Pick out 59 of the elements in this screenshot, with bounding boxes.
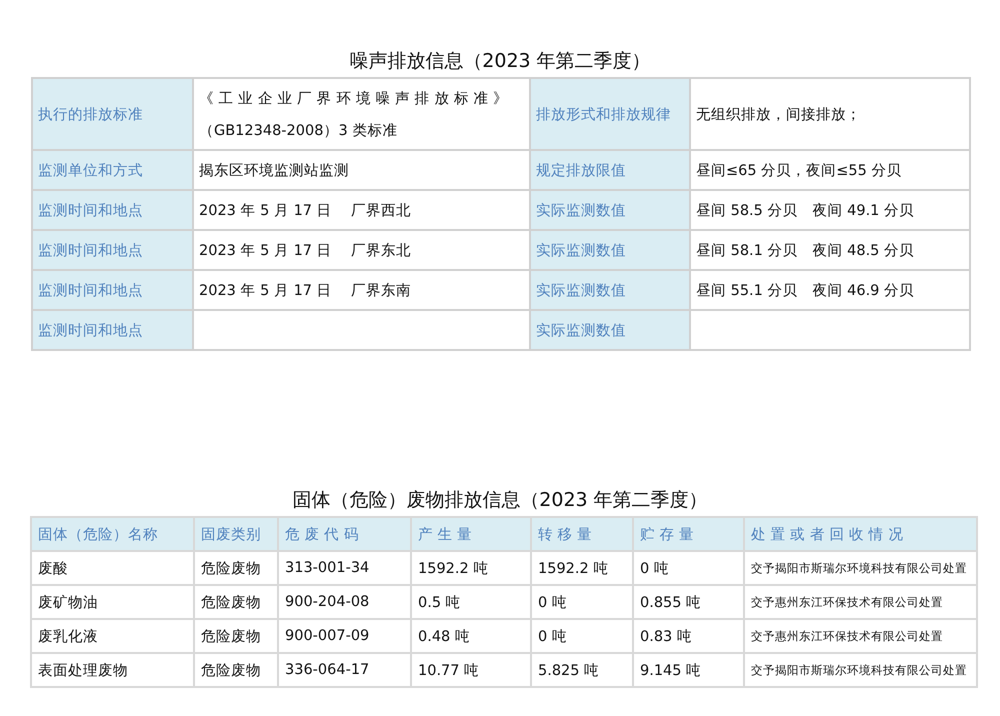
table-cell: 313-001-34 — [279, 552, 412, 586]
label-cell: 实际监测数值 — [531, 311, 691, 351]
table-cell: 无组织排放，间接排放； — [691, 79, 971, 151]
table-cell: 废矿物油 — [32, 586, 195, 620]
table-cell: 5.825 吨 — [532, 654, 634, 688]
label-cell: 执行的排放标准 — [33, 79, 194, 151]
table-cell: 危险废物 — [195, 586, 279, 620]
section-title: 固体（危险）废物排放信息（2023 年第二季度） — [291, 488, 709, 512]
table-cell: 危险废物 — [195, 620, 279, 654]
column-header: 贮 存 量 — [634, 518, 745, 552]
table-cell: 2023 年 5 月 17 日 厂界东北 — [194, 231, 531, 271]
label-cell: 实际监测数值 — [531, 191, 691, 231]
table-cell: 900-007-09 — [279, 620, 412, 654]
table-cell: 揭东区环境监测站监测 — [194, 151, 531, 191]
table-cell: 2023 年 5 月 17 日 厂界东南 — [194, 271, 531, 311]
label-cell: 排放形式和排放规律 — [531, 79, 691, 151]
table-cell: 《 工 业 企 业 厂 界 环 境 噪 声 排 放 标 准 》（GB12348-2008）3 类标准 — [194, 79, 531, 151]
table-cell: 昼间 58.1 分贝 夜间 48.5 分贝 — [691, 231, 971, 271]
label-cell: 监测单位和方式 — [33, 151, 194, 191]
table-cell: 交予揭阳市斯瑞尔环境科技有限公司处置 — [745, 552, 978, 586]
table-cell: 昼间 55.1 分贝 夜间 46.9 分贝 — [691, 271, 971, 311]
label-cell: 监测时间和地点 — [33, 271, 194, 311]
column-header: 处 置 或 者 回 收 情 况 — [745, 518, 978, 552]
label-cell: 实际监测数值 — [531, 231, 691, 271]
column-header: 危 废 代 码 — [279, 518, 412, 552]
table-cell: 昼间 58.5 分贝 夜间 49.1 分贝 — [691, 191, 971, 231]
column-header: 产 生 量 — [412, 518, 532, 552]
label-cell: 监测时间和地点 — [33, 191, 194, 231]
section-title: 噪声排放信息（2023 年第二季度） — [348, 49, 652, 73]
column-header: 固体（危险）名称 — [32, 518, 195, 552]
label-cell: 实际监测数值 — [531, 271, 691, 311]
table-cell: 0.83 吨 — [634, 620, 745, 654]
table-cell: 2023 年 5 月 17 日 厂界西北 — [194, 191, 531, 231]
table-cell: 0.855 吨 — [634, 586, 745, 620]
table-cell: 1592.2 吨 — [532, 552, 634, 586]
table-cell: 336-064-17 — [279, 654, 412, 688]
table-cell: 危险废物 — [195, 552, 279, 586]
table-cell: 交予惠州东江环保技术有限公司处置 — [745, 620, 978, 654]
table-cell: 废酸 — [32, 552, 195, 586]
table-cell: 0 吨 — [532, 620, 634, 654]
table-cell: 交予揭阳市斯瑞尔环境科技有限公司处置 — [745, 654, 978, 688]
table-cell: 废乳化液 — [32, 620, 195, 654]
label-cell: 监测时间和地点 — [33, 311, 194, 351]
label-cell: 监测时间和地点 — [33, 231, 194, 271]
column-header: 固废类别 — [195, 518, 279, 552]
table-cell: 900-204-08 — [279, 586, 412, 620]
table-cell: 1592.2 吨 — [412, 552, 532, 586]
table-cell: 10.77 吨 — [412, 654, 532, 688]
table-cell: 表面处理废物 — [32, 654, 195, 688]
table-cell: 危险废物 — [195, 654, 279, 688]
table-cell: 9.145 吨 — [634, 654, 745, 688]
table-cell: 交予惠州东江环保技术有限公司处置 — [745, 586, 978, 620]
table-cell: 0 吨 — [634, 552, 745, 586]
column-header: 转 移 量 — [532, 518, 634, 552]
label-cell: 规定排放限值 — [531, 151, 691, 191]
table-cell: 昼间≤65 分贝，夜间≤55 分贝 — [691, 151, 971, 191]
table-cell: 0.48 吨 — [412, 620, 532, 654]
table-cell: 0.5 吨 — [412, 586, 532, 620]
table-cell: 0 吨 — [532, 586, 634, 620]
